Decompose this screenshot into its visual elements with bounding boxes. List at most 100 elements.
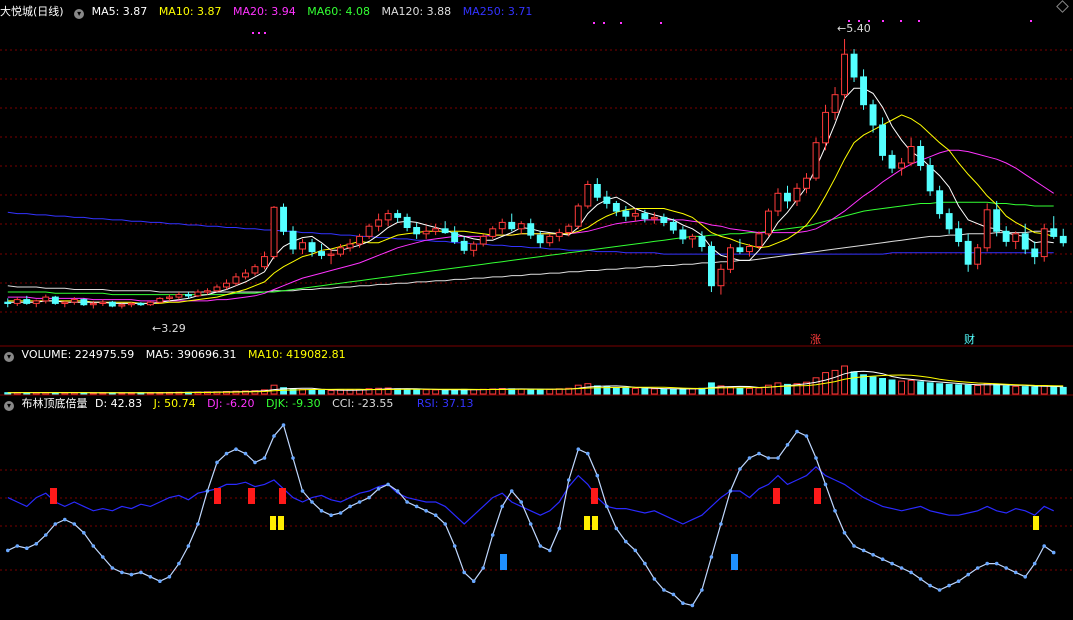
- indicator-d-point: [709, 555, 714, 559]
- candle-up: [803, 177, 810, 189]
- candle-up: [346, 243, 354, 249]
- candle-up: [898, 162, 905, 169]
- candle-up: [517, 223, 525, 230]
- candle-down: [622, 210, 630, 217]
- chevron-down-icon[interactable]: ▾: [74, 9, 85, 19]
- signal-dot: [882, 20, 884, 22]
- chevron-down-icon[interactable]: ▾: [4, 352, 14, 362]
- ma5-value: MA5: 3.87: [91, 5, 148, 18]
- indicator-d-point: [72, 522, 77, 526]
- candle-down: [1002, 230, 1010, 242]
- candle-down: [1050, 228, 1058, 237]
- indicator-d-point: [34, 542, 39, 546]
- indicator-d-point: [44, 533, 48, 537]
- candle-up: [822, 111, 829, 144]
- signal-block-red: [279, 488, 286, 504]
- volume-bar: [669, 388, 677, 395]
- candle-up: [489, 228, 497, 237]
- indicator-d-point: [985, 561, 989, 566]
- indicator-d-point: [452, 544, 457, 548]
- indicator-d-point: [25, 546, 29, 550]
- volume-bar: [774, 382, 782, 395]
- indicator-d-point: [490, 533, 495, 537]
- volume-bar: [432, 389, 440, 395]
- indicator-d-point: [966, 572, 970, 577]
- indicator-d-point: [548, 548, 552, 553]
- candle-up: [213, 286, 221, 292]
- indicator-d-point: [462, 570, 467, 575]
- volume-bar: [1002, 385, 1010, 395]
- candle-up: [688, 235, 696, 240]
- signal-dot: [660, 22, 662, 24]
- indicator-d-point: [728, 489, 733, 493]
- candle-up: [251, 266, 259, 274]
- chevron-down-icon[interactable]: ▾: [4, 401, 14, 411]
- signal-dot: [918, 20, 920, 22]
- indicator-d-point: [909, 570, 913, 575]
- indicator-d-point: [329, 513, 333, 517]
- chart-stage: [0, 0, 1073, 617]
- indicator-d-point: [262, 456, 267, 460]
- stock-chart-svg: [0, 20, 1073, 608]
- indicator-d-point: [918, 577, 923, 581]
- signal-block-yellow: [270, 516, 276, 530]
- candle-up: [479, 235, 487, 245]
- candle-down: [641, 213, 649, 220]
- volume-ma5-value: MA5: 390696.31: [145, 348, 237, 361]
- indicator-d-point: [405, 500, 409, 504]
- volume-bar: [688, 388, 696, 395]
- candle-up: [13, 299, 21, 304]
- indicator-d-point: [53, 522, 58, 526]
- indicator-d-point: [177, 561, 181, 566]
- volume-bar: [964, 384, 972, 395]
- indicator-d-point: [528, 522, 533, 526]
- indicator-d-point: [852, 544, 856, 548]
- arrow-left-icon: ←: [837, 22, 847, 35]
- candle-up: [356, 235, 364, 245]
- stock-name[interactable]: 大悦城(日线): [0, 5, 64, 18]
- candle-down: [993, 209, 1001, 232]
- candle-down: [536, 234, 544, 244]
- indicator-d-point: [880, 557, 885, 561]
- candle-down: [708, 246, 715, 287]
- event-mark-cai[interactable]: 财: [964, 331, 975, 347]
- candle-down: [318, 251, 326, 256]
- candle-up: [1040, 228, 1048, 258]
- indicator-d-point: [243, 451, 248, 456]
- volume-bar: [337, 389, 345, 395]
- indicator-d-point: [348, 504, 352, 509]
- volume-bar: [1021, 386, 1029, 395]
- indicator-d-point: [538, 544, 543, 548]
- indicator-d-point: [814, 456, 818, 460]
- volume-bar: [679, 388, 687, 395]
- indicator-d-point: [110, 566, 115, 570]
- volume-bar: [812, 377, 820, 395]
- event-mark-zhang[interactable]: 涨: [810, 331, 821, 347]
- volume-bar: [631, 387, 639, 395]
- candle-down: [850, 53, 858, 78]
- volume-bar: [1059, 386, 1067, 395]
- indicator-d-point: [567, 478, 571, 482]
- indicator-d-point: [643, 561, 647, 566]
- indicator-name[interactable]: 布林顶底倍量: [22, 397, 88, 410]
- candle-down: [593, 184, 601, 198]
- volume-bar: [422, 389, 430, 395]
- volume-bar: [327, 390, 335, 395]
- signal-block-red: [214, 488, 221, 504]
- candle-up: [127, 302, 135, 306]
- candle-up: [70, 299, 78, 303]
- indicator-cci-value: CCI: -23.55: [332, 397, 394, 410]
- indicator-d-point: [861, 548, 866, 553]
- ma60-value: MA60: 4.08: [307, 5, 370, 18]
- candle-up: [765, 210, 772, 235]
- candle-up: [831, 94, 839, 113]
- signal-block-yellow: [584, 516, 590, 530]
- indicator-d-point: [224, 451, 229, 456]
- signal-block-red: [248, 488, 255, 504]
- signal-block-red: [50, 488, 57, 504]
- indicator-d-point: [414, 504, 419, 509]
- candle-down: [108, 301, 116, 307]
- indicator-d-point: [1013, 570, 1018, 575]
- volume-bar: [1012, 385, 1020, 395]
- candle-down: [660, 216, 668, 223]
